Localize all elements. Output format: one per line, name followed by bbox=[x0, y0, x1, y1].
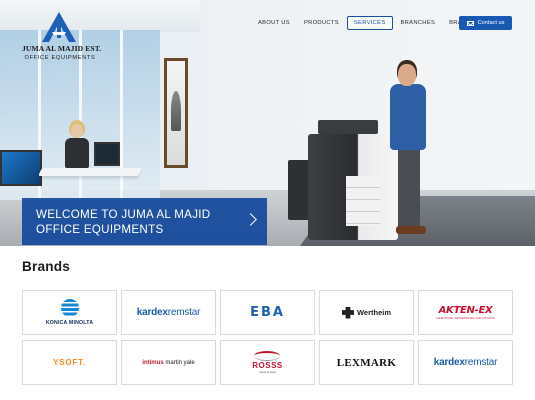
brand-card-kardex[interactable]: kardex remstar bbox=[121, 290, 216, 335]
mail-icon bbox=[466, 20, 474, 26]
konica-minolta-logo: KONICA MINOLTA bbox=[46, 299, 93, 326]
brand-card-lexmark[interactable]: LEXMARK bbox=[319, 340, 414, 385]
nav-about-us[interactable]: ABOUT US bbox=[252, 17, 296, 29]
brand-name: KONICA MINOLTA bbox=[45, 320, 94, 326]
brand-card-rosss[interactable]: ROSSS ready to store bbox=[220, 340, 315, 385]
brand-card-akten-ex[interactable]: AKTEN-EX CERTIFIED SHREDDING SOLUTIONS bbox=[418, 290, 513, 335]
lexmark-logo: LEXMARK bbox=[336, 356, 397, 369]
kardex-logo: kardex remstar bbox=[434, 357, 498, 368]
intimus-logo: intimus martin yale bbox=[142, 360, 194, 366]
brand-name: kardex bbox=[136, 307, 168, 318]
brand-name: AKTEN-EX bbox=[438, 305, 493, 316]
banner-text: WELCOME TO JUMA AL MAJID OFFICE EQUIPMEN… bbox=[22, 207, 230, 237]
main-nav: ABOUT US PRODUCTS SERVICES BRANCHES BRAN… bbox=[252, 16, 483, 30]
brand-card-kardex-2[interactable]: kardex remstar bbox=[418, 340, 513, 385]
kardex-logo: kardex remstar bbox=[137, 307, 201, 318]
woman-head bbox=[71, 124, 83, 138]
banner-line-2: OFFICE EQUIPMENTS bbox=[36, 222, 164, 236]
brand-sub: ready to store bbox=[258, 370, 277, 374]
eba-logo: EBA bbox=[250, 305, 285, 320]
page: WELCOME TO JUMA AL MAJID OFFICE EQUIPMEN… bbox=[0, 0, 535, 400]
brand-name: ROSSS bbox=[252, 361, 283, 370]
brand-sub: CERTIFIED SHREDDING SOLUTIONS bbox=[436, 316, 495, 320]
brand-card-wertheim[interactable]: Wertheim bbox=[319, 290, 414, 335]
brand-suffix: martin yale bbox=[165, 359, 195, 366]
brand-suffix: remstar bbox=[464, 357, 498, 368]
welcome-banner[interactable]: WELCOME TO JUMA AL MAJID OFFICE EQUIPMEN… bbox=[22, 198, 267, 245]
site-logo[interactable]: JUMA AL MAJID EST. OFFICE EQUIPMENTS bbox=[22, 12, 102, 66]
brand-card-intimus[interactable]: intimus martin yale bbox=[121, 340, 216, 385]
man-head bbox=[398, 64, 416, 86]
hero-monitor bbox=[0, 150, 42, 186]
nav-products[interactable]: PRODUCTS bbox=[298, 17, 345, 29]
rosss-logo: ROSSS ready to store bbox=[252, 351, 283, 374]
hero-man bbox=[390, 64, 440, 242]
brand-suffix: remstar bbox=[167, 307, 201, 318]
nav-branches[interactable]: BRANCHES bbox=[395, 17, 442, 29]
logo-subtitle: OFFICE EQUIPMENTS bbox=[24, 55, 96, 61]
logo-name: JUMA AL MAJID EST. bbox=[22, 44, 102, 53]
brand-name: kardex bbox=[433, 357, 465, 368]
brands-heading: Brands bbox=[22, 259, 71, 274]
brand-name: Wertheim bbox=[356, 308, 392, 317]
woman-body bbox=[65, 138, 89, 168]
brand-card-eba[interactable]: EBA bbox=[220, 290, 315, 335]
copier-drawers bbox=[346, 176, 380, 226]
copier-top bbox=[318, 120, 378, 134]
brand-card-konica-minolta[interactable]: KONICA MINOLTA bbox=[22, 290, 117, 335]
man-legs bbox=[398, 148, 420, 228]
man-shoes bbox=[396, 226, 426, 234]
rosss-swirl-icon bbox=[254, 351, 281, 361]
brand-grid: KONICA MINOLTA kardex remstar EBA Werthei… bbox=[22, 290, 514, 385]
brand-name: intimus bbox=[142, 359, 164, 366]
wertheim-logo: Wertheim bbox=[341, 306, 392, 319]
jam-logo-icon bbox=[42, 12, 76, 42]
hero-monitor-2 bbox=[94, 142, 120, 166]
contact-us-button[interactable]: Contact us bbox=[459, 16, 512, 30]
akten-ex-logo: AKTEN-EX CERTIFIED SHREDDING SOLUTIONS bbox=[436, 305, 495, 320]
contact-us-label: Contact us bbox=[477, 20, 505, 26]
man-shirt bbox=[390, 84, 426, 150]
hero-picture-frame bbox=[164, 58, 188, 168]
nav-services[interactable]: SERVICES bbox=[346, 16, 393, 30]
hero-woman bbox=[62, 124, 92, 170]
wertheim-mark-icon bbox=[341, 306, 354, 319]
banner-line-1: WELCOME TO JUMA AL MAJID bbox=[36, 207, 211, 221]
chevron-right-icon[interactable] bbox=[244, 213, 257, 226]
brand-card-ysoft[interactable]: YSOFT. bbox=[22, 340, 117, 385]
ysoft-logo: YSOFT. bbox=[53, 358, 86, 367]
konica-globe-icon bbox=[60, 299, 79, 317]
